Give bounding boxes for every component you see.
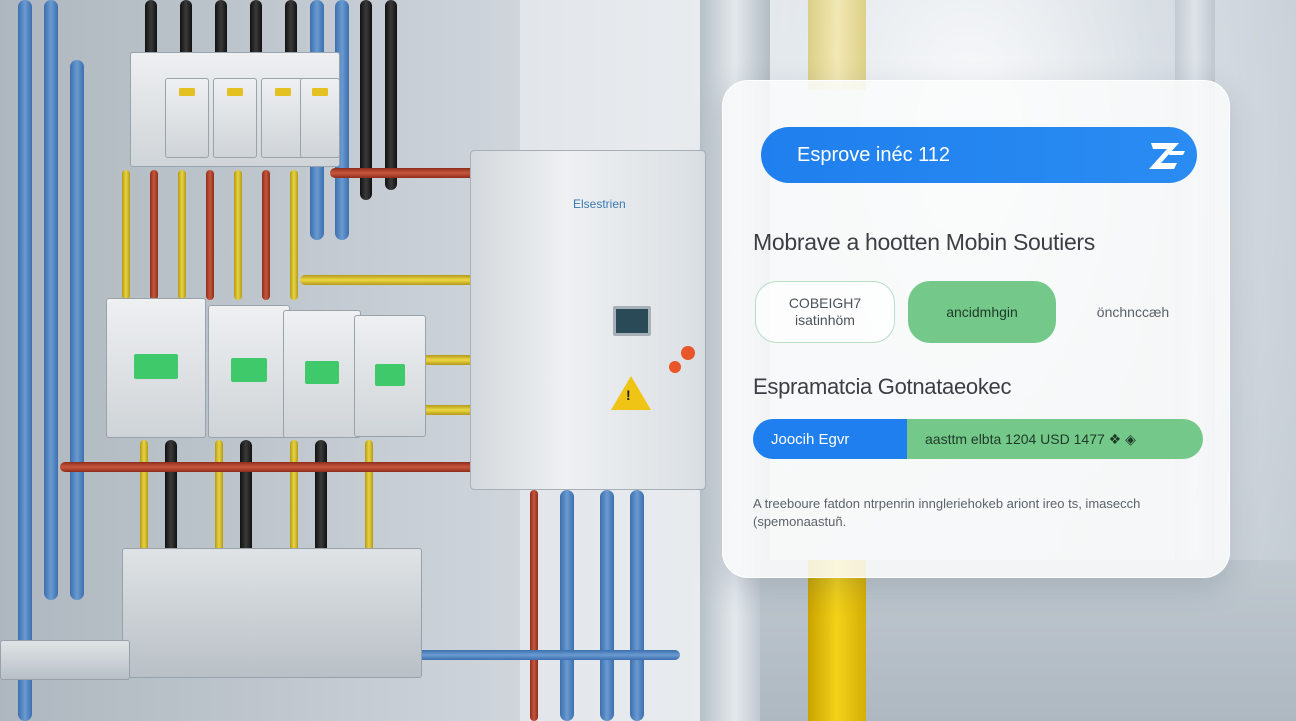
card-footnote: A treeboure fatdon ntrpenrin innglerieho… [753, 496, 1141, 529]
z-logo-icon [1149, 143, 1185, 169]
black-cable [215, 0, 227, 60]
bar-right-label: aasttm elbta 1204 USD 1477 ❖ ◈ [925, 430, 1136, 447]
red-cable [262, 170, 270, 300]
card-subheading: Espramatcia Gotnataeokec [753, 374, 1012, 399]
blue-cable [630, 490, 644, 721]
red-cable [206, 170, 214, 300]
black-cable [250, 0, 262, 60]
contactor-module [354, 315, 426, 437]
yellow-pole [808, 0, 866, 90]
option-button-3[interactable]: önchnccæh [1068, 281, 1198, 343]
red-cable [530, 490, 538, 721]
terminal-rail [0, 640, 130, 680]
option-button-2-label: ancidmhgin [946, 303, 1018, 320]
blue-cable [600, 490, 614, 721]
yellow-pole [808, 560, 866, 721]
black-cable [240, 440, 252, 560]
black-cable [145, 0, 157, 60]
blue-cable [70, 60, 84, 600]
cabinet-display [613, 306, 651, 336]
bar-left-label: Joocih Egvr [771, 430, 850, 448]
terminal-rail [122, 548, 422, 678]
search-bar-label: Esprove inéc 112 [797, 143, 951, 166]
info-card: Esprove inéc 112 Mobrave a hootten Mobin… [722, 80, 1230, 578]
contactor-module [106, 298, 206, 438]
yellow-cable [234, 170, 242, 300]
yellow-cable [290, 440, 298, 560]
contactor-module [283, 310, 361, 438]
yellow-cable [365, 440, 373, 560]
circuit-breaker [300, 78, 340, 158]
circuit-breaker [213, 78, 257, 158]
search-bar[interactable]: Esprove inéc 112 [761, 127, 1197, 183]
yellow-cable [178, 170, 186, 300]
warning-mark: ! [626, 387, 631, 403]
cabinet-brand-label: Elsestrien [573, 197, 626, 211]
cabinet-knob [669, 361, 681, 373]
bar-right-segment[interactable]: aasttm elbta 1204 USD 1477 ❖ ◈ [907, 419, 1203, 459]
blue-cable [44, 0, 58, 600]
yellow-cable [215, 440, 223, 560]
yellow-cable [122, 170, 130, 300]
black-cable [315, 440, 327, 560]
card-headline: Mobrave a hootten Mobin Soutiers [753, 229, 1095, 255]
yellow-cable [140, 440, 148, 560]
black-cable [180, 0, 192, 60]
split-action-bar[interactable]: Joocih Egvr aasttm elbta 1204 USD 1477 ❖… [753, 419, 1203, 459]
option-button-1[interactable]: COBEIGH7 isatinhöm [755, 281, 895, 343]
circuit-breaker [261, 78, 305, 158]
yellow-cable [290, 170, 298, 300]
red-cable [60, 462, 500, 472]
blue-cable [18, 0, 32, 721]
option-button-3-label: önchnccæh [1096, 303, 1170, 320]
circuit-breaker [165, 78, 209, 158]
cabinet-knob [681, 346, 695, 360]
red-cable [150, 170, 158, 300]
control-cabinet: Elsestrien ! [470, 150, 706, 490]
black-cable [285, 0, 297, 60]
contactor-module [208, 305, 290, 438]
black-cable [165, 440, 177, 560]
bar-left-segment[interactable]: Joocih Egvr [753, 419, 907, 459]
black-cable [385, 0, 397, 190]
option-button-2[interactable]: ancidmhgin [908, 281, 1056, 343]
blue-cable [560, 490, 574, 721]
option-button-1-line2: isatinhöm [795, 312, 855, 328]
option-button-1-line1: COBEIGH7 [788, 295, 862, 311]
warning-triangle-icon [611, 376, 651, 410]
